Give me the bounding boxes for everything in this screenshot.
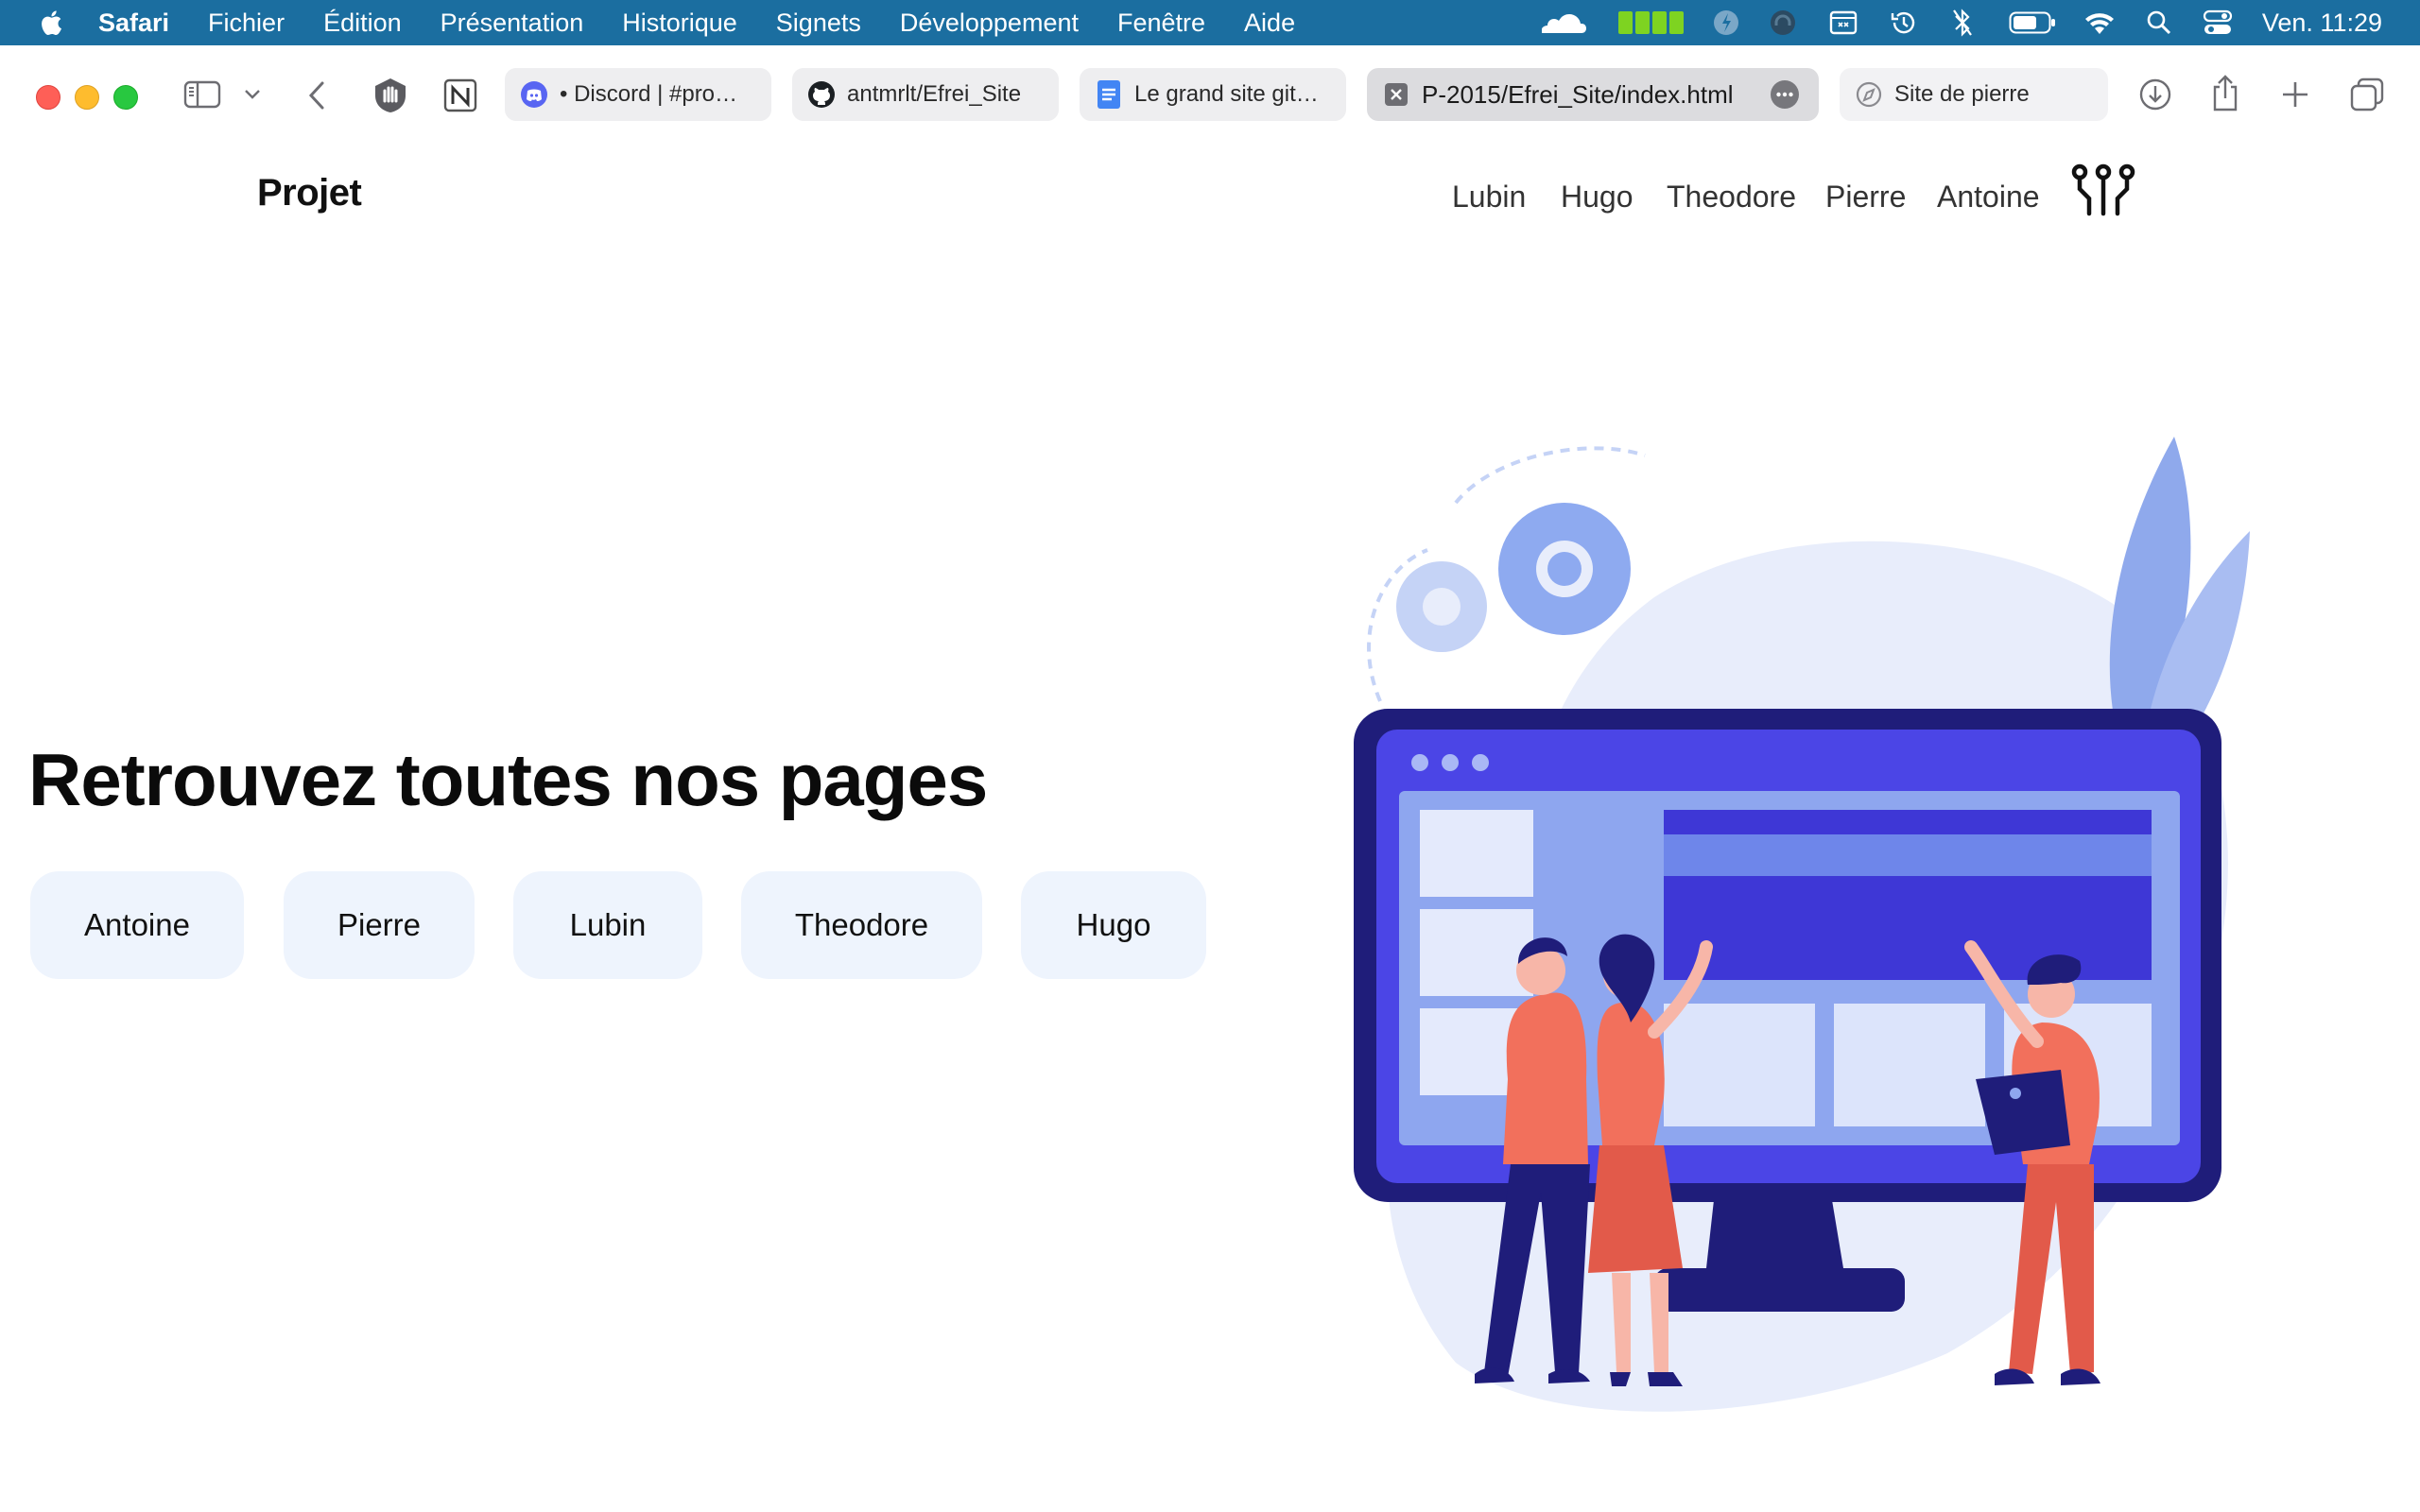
close-window-button[interactable] (36, 85, 60, 110)
new-tab-icon[interactable] (2276, 76, 2314, 113)
tab-active-label: P-2015/Efrei_Site/index.html (1422, 79, 1734, 109)
tab-site-de-pierre[interactable]: Site de pierre (1840, 68, 2108, 121)
nav-link-pierre[interactable]: Pierre (1825, 180, 1906, 215)
page-button-pierre[interactable]: Pierre (284, 871, 475, 979)
tab-site-de-pierre-label: Site de pierre (1894, 81, 2030, 107)
notion-icon[interactable] (441, 76, 480, 115)
web-page: Projet Lubin Hugo Theodore Pierre Antoin… (0, 144, 2420, 1512)
hero-illustration (1342, 418, 2250, 1438)
github-icon (807, 80, 836, 109)
vpn-icon[interactable] (1710, 0, 1742, 45)
menubar-clock[interactable]: Ven. 11:29 (2262, 9, 2382, 38)
tab-docs[interactable]: Le grand site git… (1080, 68, 1346, 121)
menu-fichier[interactable]: Fichier (208, 9, 285, 38)
top-nav-theodore: Theodore (1667, 180, 1796, 215)
tab-docs-label: Le grand site git… (1134, 81, 1319, 107)
tab-discord-label: • Discord | #pro… (560, 81, 738, 107)
apple-icon[interactable] (38, 7, 66, 39)
discord-icon (520, 80, 548, 109)
battery-bars-icon[interactable] (1617, 0, 1685, 45)
more-options-icon[interactable] (1770, 79, 1800, 110)
time-machine-icon[interactable] (1888, 0, 1920, 45)
top-nav-antoine: Antoine (1937, 180, 2040, 215)
page-headline: Retrouvez toutes nos pages (28, 738, 988, 821)
cloudflare-icon[interactable] (1532, 0, 1589, 45)
page-button-hugo[interactable]: Hugo (1021, 871, 1206, 979)
close-tab-icon[interactable] (1382, 80, 1410, 109)
back-arrow-icon[interactable] (302, 77, 331, 113)
safari-window: • Discord | #pro… antmrlt/Efrei_Site Le … (0, 47, 2420, 1512)
battery-icon[interactable] (2009, 0, 2056, 45)
menu-historique[interactable]: Historique (622, 9, 737, 38)
menubar-status-area: Ven. 11:29 (1532, 0, 2420, 45)
tab-active-index[interactable]: P-2015/Efrei_Site/index.html (1367, 68, 1819, 121)
tab-github[interactable]: antmrlt/Efrei_Site (792, 68, 1059, 121)
browser-toolbar: • Discord | #pro… antmrlt/Efrei_Site Le … (0, 47, 2420, 144)
nav-link-lubin[interactable]: Lubin (1452, 180, 1526, 215)
headphones-icon[interactable] (1767, 0, 1799, 45)
docs-icon (1095, 80, 1123, 109)
nav-link-antoine[interactable]: Antoine (1937, 180, 2040, 215)
screen-icon[interactable] (1827, 0, 1859, 45)
wifi-icon[interactable] (2083, 0, 2117, 45)
site-brand[interactable]: Projet (257, 172, 362, 215)
nav-link-theodore[interactable]: Theodore (1667, 180, 1796, 215)
menu-developpement[interactable]: Développement (900, 9, 1079, 38)
menu-bar: Safari Fichier Édition Présentation Hist… (0, 0, 2420, 45)
nav-link-hugo[interactable]: Hugo (1561, 180, 1634, 215)
menu-app-name[interactable]: Safari (98, 9, 169, 38)
tab-overview-icon[interactable] (2346, 74, 2388, 115)
bluetooth-icon[interactable] (1950, 0, 1975, 45)
page-button-lubin[interactable]: Lubin (513, 871, 702, 979)
menu-aide[interactable]: Aide (1244, 9, 1295, 38)
spotlight-icon[interactable] (2145, 0, 2173, 45)
sidebar-toggle-icon[interactable] (182, 77, 223, 112)
menu-fenetre[interactable]: Fenêtre (1117, 9, 1205, 38)
control-center-icon[interactable] (2202, 0, 2234, 45)
gear-icon (1498, 503, 1631, 635)
menu-signets[interactable]: Signets (776, 9, 861, 38)
tab-discord[interactable]: • Discord | #pro… (505, 68, 771, 121)
adblock-hand-icon[interactable] (371, 76, 410, 115)
page-button-theodore[interactable]: Theodore (741, 871, 982, 979)
page-button-antoine[interactable]: Antoine (30, 871, 244, 979)
share-icon[interactable] (2206, 72, 2244, 113)
zoom-window-button[interactable] (113, 85, 138, 110)
download-icon[interactable] (2136, 76, 2174, 113)
top-nav-pierre: Pierre (1825, 180, 1906, 215)
chevron-down-icon[interactable] (242, 83, 263, 106)
top-nav-hugo: Hugo (1561, 180, 1634, 215)
tab-github-label: antmrlt/Efrei_Site (847, 81, 1022, 107)
minimize-window-button[interactable] (75, 85, 99, 110)
menu-presentation[interactable]: Présentation (441, 9, 584, 38)
menu-edition[interactable]: Édition (323, 9, 402, 38)
top-nav: Lubin (1452, 180, 1526, 215)
compass-icon (1855, 80, 1883, 109)
circuit-logo-icon[interactable] (2070, 163, 2136, 219)
